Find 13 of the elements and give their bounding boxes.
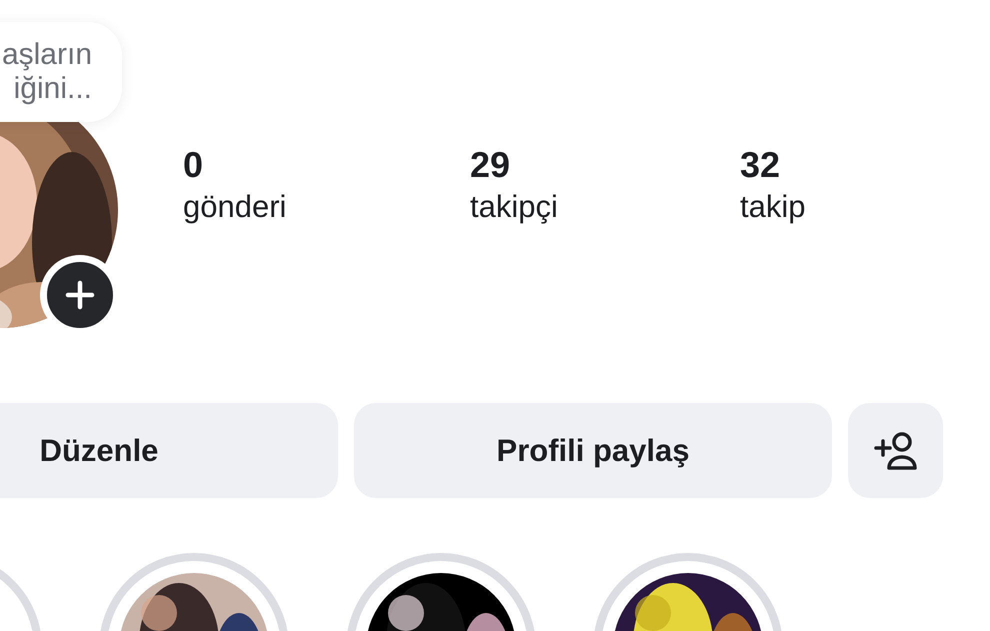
stat-label: takipçi [470,188,558,226]
edit-button[interactable]: Düzenle [0,403,338,498]
stat-count: 29 [470,143,510,187]
add-person-button[interactable] [848,403,943,498]
stat-label: takip [740,188,806,226]
share-profile-button[interactable]: Profili paylaş [354,403,832,498]
add-person-icon [872,430,918,470]
plus-icon [65,280,95,310]
stat-count: 32 [740,143,780,187]
stat-label: gönderi [183,188,286,226]
note-text: aşların iğini... [0,38,92,106]
stat-count: 0 [183,143,204,187]
note-bubble[interactable]: aşların iğini... [0,22,122,122]
